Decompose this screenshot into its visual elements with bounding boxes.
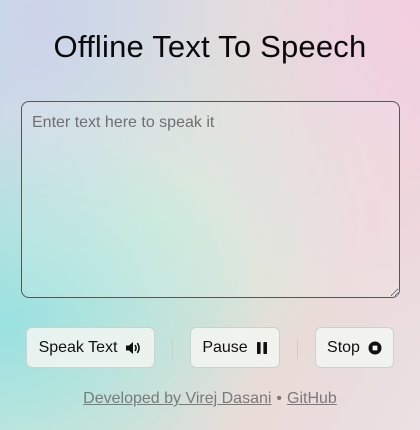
stop-circle-icon [368,341,382,355]
stop-button[interactable]: Stop [315,327,394,368]
controls-divider [172,339,173,359]
pause-icon [256,341,268,355]
speak-text-button[interactable]: Speak Text [26,327,155,368]
speaker-volume-icon [125,341,142,355]
app-root: Offline Text To Speech Speak Text Pause [0,0,420,430]
pause-label: Pause [202,338,248,356]
pause-button[interactable]: Pause [190,327,280,368]
stop-label: Stop [327,338,360,356]
controls-divider [297,339,298,359]
developer-credit-link[interactable]: Developed by Virej Dasani [83,390,271,407]
page-title: Offline Text To Speech [53,29,367,64]
speech-text-input[interactable] [21,101,400,298]
footer-separator: • [276,390,283,407]
footer: Developed by Virej Dasani • GitHub [0,390,420,408]
playback-controls: Speak Text Pause Stop [0,327,420,369]
speak-text-label: Speak Text [38,338,118,356]
text-input-container [21,101,400,298]
github-link[interactable]: GitHub [287,390,337,407]
